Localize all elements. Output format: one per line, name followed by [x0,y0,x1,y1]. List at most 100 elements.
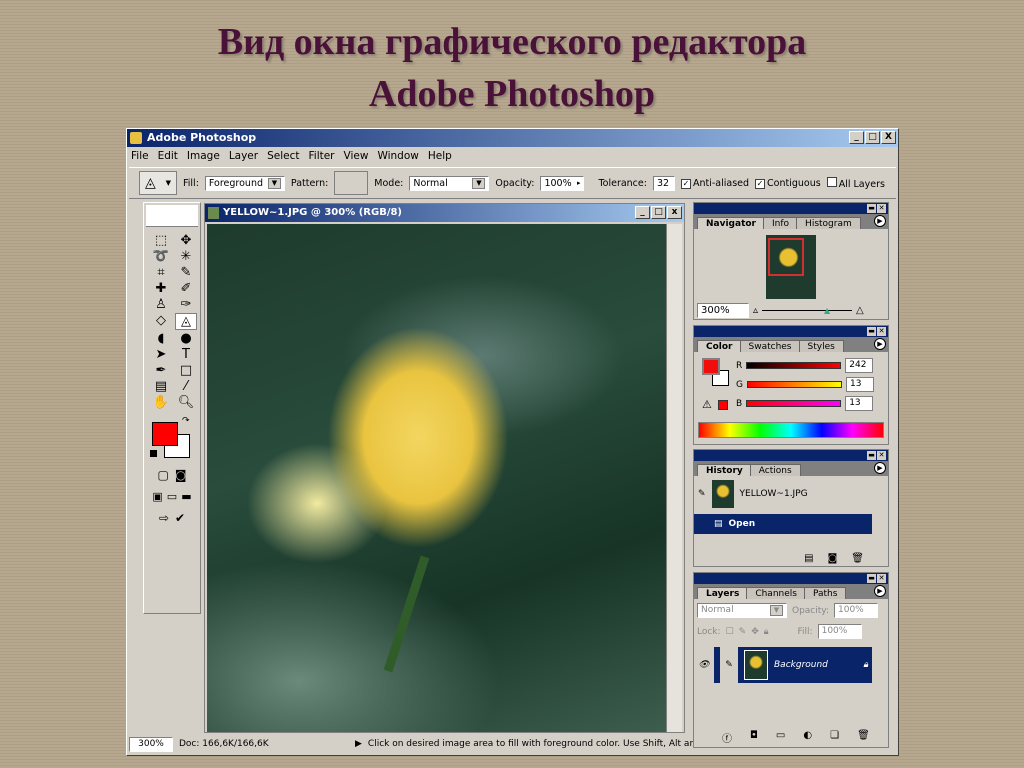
panel-close-button[interactable]: ✕ [877,574,886,583]
tolerance-input[interactable]: 32 [652,175,675,191]
eraser-tool-icon[interactable]: ◇ [150,313,172,330]
navigator-thumbnail[interactable] [766,235,816,299]
history-brush-source-icon[interactable]: ✎ [698,489,706,499]
doc-maximize-button[interactable]: □ [651,206,666,219]
tab-swatches[interactable]: Swatches [739,340,801,352]
gamut-color-swatch[interactable] [718,400,728,410]
g-input[interactable]: 13 [845,377,874,392]
navigator-zoom-input[interactable]: 300% [697,303,749,318]
zoom-out-icon[interactable]: ▵ [753,305,758,316]
lock-position-icon[interactable]: ✥ [751,627,759,637]
brush-tool-icon[interactable]: ✐ [175,281,197,296]
fill-select[interactable]: Foreground ▼ [204,175,285,191]
screen-mode-full-icon[interactable]: ▬ [181,490,191,503]
mode-select[interactable]: Normal ▼ [409,175,490,191]
swap-colors-icon[interactable]: ↷ [182,416,190,426]
lasso-tool-icon[interactable]: ➰ [150,249,172,264]
b-slider[interactable] [746,400,842,407]
dodge-tool-icon[interactable]: ● [175,331,197,346]
opacity-input[interactable]: 100% ▸ [540,175,585,191]
healing-brush-icon[interactable]: ✚ [150,281,172,296]
menu-select[interactable]: Select [267,148,299,165]
tab-info[interactable]: Info [763,217,799,229]
tab-actions[interactable]: Actions [749,464,801,476]
quick-mask-icon[interactable]: ◙ [175,468,187,482]
new-document-icon[interactable]: ▤ [804,553,813,564]
adjustment-layer-icon[interactable]: ◐ [803,730,812,745]
tab-history[interactable]: History [697,464,752,476]
history-brush-icon[interactable]: ✑ [175,297,197,312]
tab-channels[interactable]: Channels [746,587,806,599]
lock-image-icon[interactable]: ✎ [739,627,747,637]
layer-mask-icon[interactable]: ◘ [750,730,758,745]
blur-tool-icon[interactable]: ◖ [150,331,172,346]
g-slider[interactable] [746,381,842,388]
hand-tool-icon[interactable]: ✋ [150,395,172,410]
eyedropper-icon[interactable]: ⁄ [175,379,197,394]
checkmark-icon[interactable]: ✔ [175,511,185,525]
panel-minimize-button[interactable]: ▬ [867,574,876,583]
minimize-button[interactable]: _ [849,131,864,144]
menu-image[interactable]: Image [187,148,220,165]
magic-wand-icon[interactable]: ✳ [175,249,197,264]
status-menu-arrow-icon[interactable]: ▶ [355,739,362,749]
panel-menu-icon[interactable]: ▶ [874,462,886,474]
brush-link-icon[interactable]: ✎ [720,647,738,683]
doc-minimize-button[interactable]: _ [635,206,650,219]
tab-layers[interactable]: Layers [697,587,749,599]
marquee-tool-icon[interactable]: ⬚ [150,233,172,248]
pattern-picker[interactable] [334,171,369,195]
eye-visibility-icon[interactable]: 👁︎ [694,647,714,683]
menu-window[interactable]: Window [377,148,418,165]
crop-tool-icon[interactable]: ⌗ [150,265,172,280]
r-slider[interactable] [746,362,842,369]
zoom-slider[interactable]: ▲ [762,306,853,315]
panel-menu-icon[interactable]: ▶ [874,585,886,597]
layer-fill-input[interactable]: 100% [817,624,862,639]
foreground-color-swatch[interactable] [152,422,178,446]
layer-opacity-input[interactable]: 100% [834,603,878,618]
tab-histogram[interactable]: Histogram [796,217,861,229]
contiguous-checkbox[interactable]: ✓ Contiguous [755,178,821,189]
b-input[interactable]: 13 [845,396,874,411]
history-snapshot[interactable]: ✎ YELLOW~1.JPG [694,476,888,512]
stamp-tool-icon[interactable]: ♙ [150,297,172,312]
paint-bucket-tool-icon[interactable]: ◬ [175,313,197,330]
menu-layer[interactable]: Layer [229,148,258,165]
panel-minimize-button[interactable]: ▬ [867,327,876,336]
menu-edit[interactable]: Edit [158,148,178,165]
vertical-scrollbar[interactable] [666,224,682,732]
lock-transparency-icon[interactable]: ☐ [726,627,734,637]
lock-all-icon[interactable]: 🔒︎ [764,627,769,637]
shape-tool-icon[interactable]: □ [175,363,197,378]
layer-set-icon[interactable]: ▭ [776,730,785,745]
menu-help[interactable]: Help [428,148,452,165]
standard-mode-icon[interactable]: ▢ [158,468,169,482]
panel-close-button[interactable]: ✕ [877,451,886,460]
layer-row-background[interactable]: 👁︎ ✎ Background 🔒︎ [694,647,872,683]
all-layers-checkbox[interactable]: All Layers [826,176,885,190]
panel-close-button[interactable]: ✕ [877,204,886,213]
menu-filter[interactable]: Filter [309,148,335,165]
layer-style-icon[interactable]: ⓕ [722,730,732,745]
jump-to-imageready-icon[interactable]: ⇨ [159,511,169,525]
panel-menu-icon[interactable]: ▶ [874,338,886,350]
tab-navigator[interactable]: Navigator [697,217,765,229]
status-zoom[interactable]: 300% [129,736,173,752]
color-swatches[interactable]: ↷ [144,416,200,464]
menu-view[interactable]: View [344,148,369,165]
r-input[interactable]: 242 [845,358,874,373]
pen-tool-icon[interactable]: ✒ [150,363,172,378]
panel-close-button[interactable]: ✕ [877,327,886,336]
maximize-button[interactable]: □ [865,131,880,144]
menu-file[interactable]: File [131,148,149,165]
panel-menu-icon[interactable]: ▶ [874,215,886,227]
blend-mode-select[interactable]: Normal ▼ [697,603,787,618]
screen-mode-full-menu-icon[interactable]: ▭ [167,490,177,503]
close-button[interactable]: X [881,131,896,144]
path-select-icon[interactable]: ➤ [150,347,172,362]
image-canvas[interactable] [207,224,666,732]
zoom-tool-icon[interactable]: 🔍︎ [175,395,197,410]
zoom-in-icon[interactable]: △ [856,305,864,316]
doc-close-button[interactable]: x [667,206,682,219]
